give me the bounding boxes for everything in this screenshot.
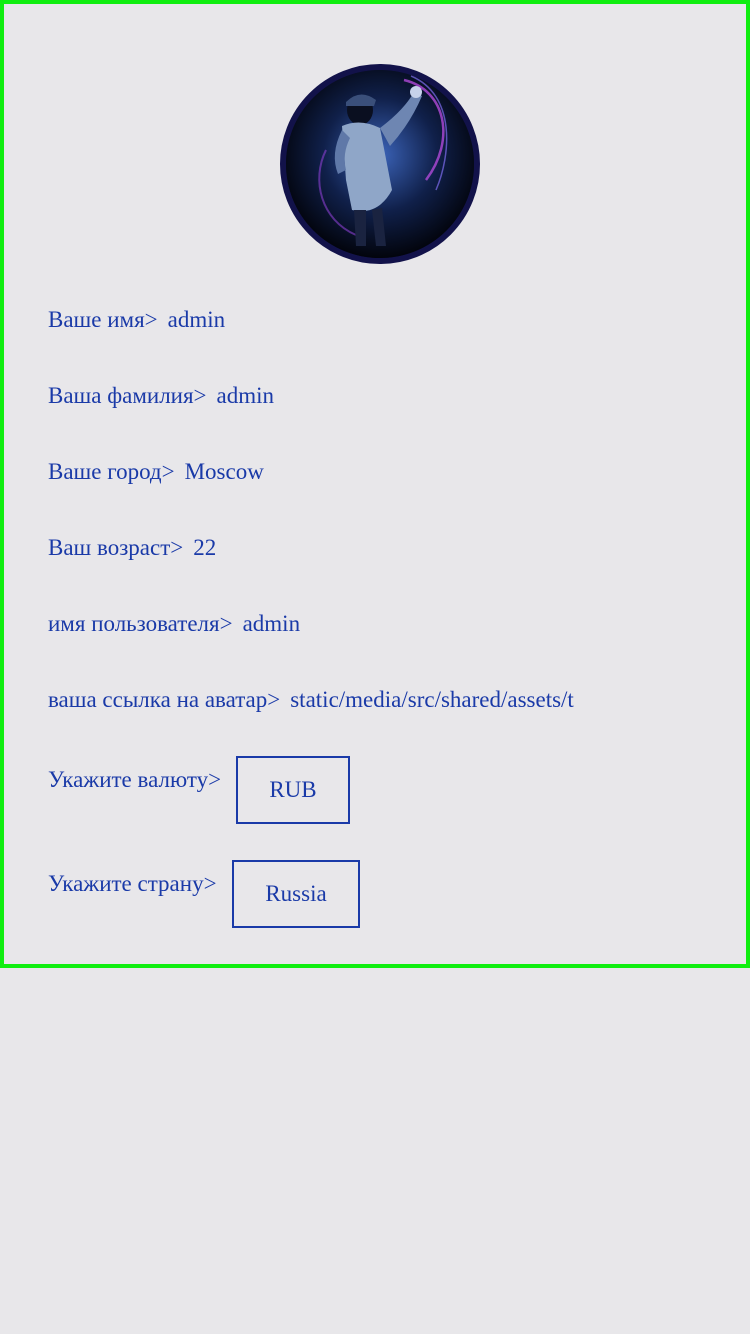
currency-label: Укажите валюту> — [48, 767, 222, 792]
profile-card: Ваше имя> admin Ваша фамилия> admin Ваше г… — [0, 0, 750, 968]
username-row: имя пользователя> admin — [48, 610, 300, 638]
currency-selected-value: RUB — [269, 777, 317, 802]
avatar-link-row: ваша ссылка на аватар> static/media/src/s… — [48, 686, 574, 714]
first-name-row: Ваше имя> admin — [48, 306, 225, 334]
country-selected-value: Russia — [265, 881, 327, 906]
age-label: Ваш возраст> — [48, 535, 184, 560]
avatar — [280, 64, 480, 264]
first-name-value[interactable]: admin — [168, 306, 226, 334]
username-value[interactable]: admin — [243, 610, 301, 638]
city-row: Ваше город> Moscow — [48, 458, 264, 486]
username-label: имя пользователя> — [48, 611, 233, 636]
age-value[interactable]: 22 — [193, 534, 216, 562]
avatar-link-label: ваша ссылка на аватар> — [48, 687, 281, 712]
avatar-link-value[interactable]: static/media/src/shared/assets/t — [290, 686, 574, 714]
country-select[interactable]: Russia — [232, 860, 360, 928]
currency-select[interactable]: RUB — [236, 756, 350, 824]
country-label: Укажите страну> — [48, 871, 217, 896]
age-row: Ваш возраст> 22 — [48, 534, 216, 562]
last-name-value[interactable]: admin — [217, 382, 275, 410]
currency-row: Укажите валюту> — [48, 766, 221, 794]
last-name-row: Ваша фамилия> admin — [48, 382, 274, 410]
city-label: Ваше город> — [48, 459, 175, 484]
country-row: Укажите страну> — [48, 870, 217, 898]
first-name-label: Ваше имя> — [48, 307, 158, 332]
avatar-image — [286, 70, 474, 258]
city-value[interactable]: Moscow — [185, 458, 264, 486]
last-name-label: Ваша фамилия> — [48, 383, 207, 408]
